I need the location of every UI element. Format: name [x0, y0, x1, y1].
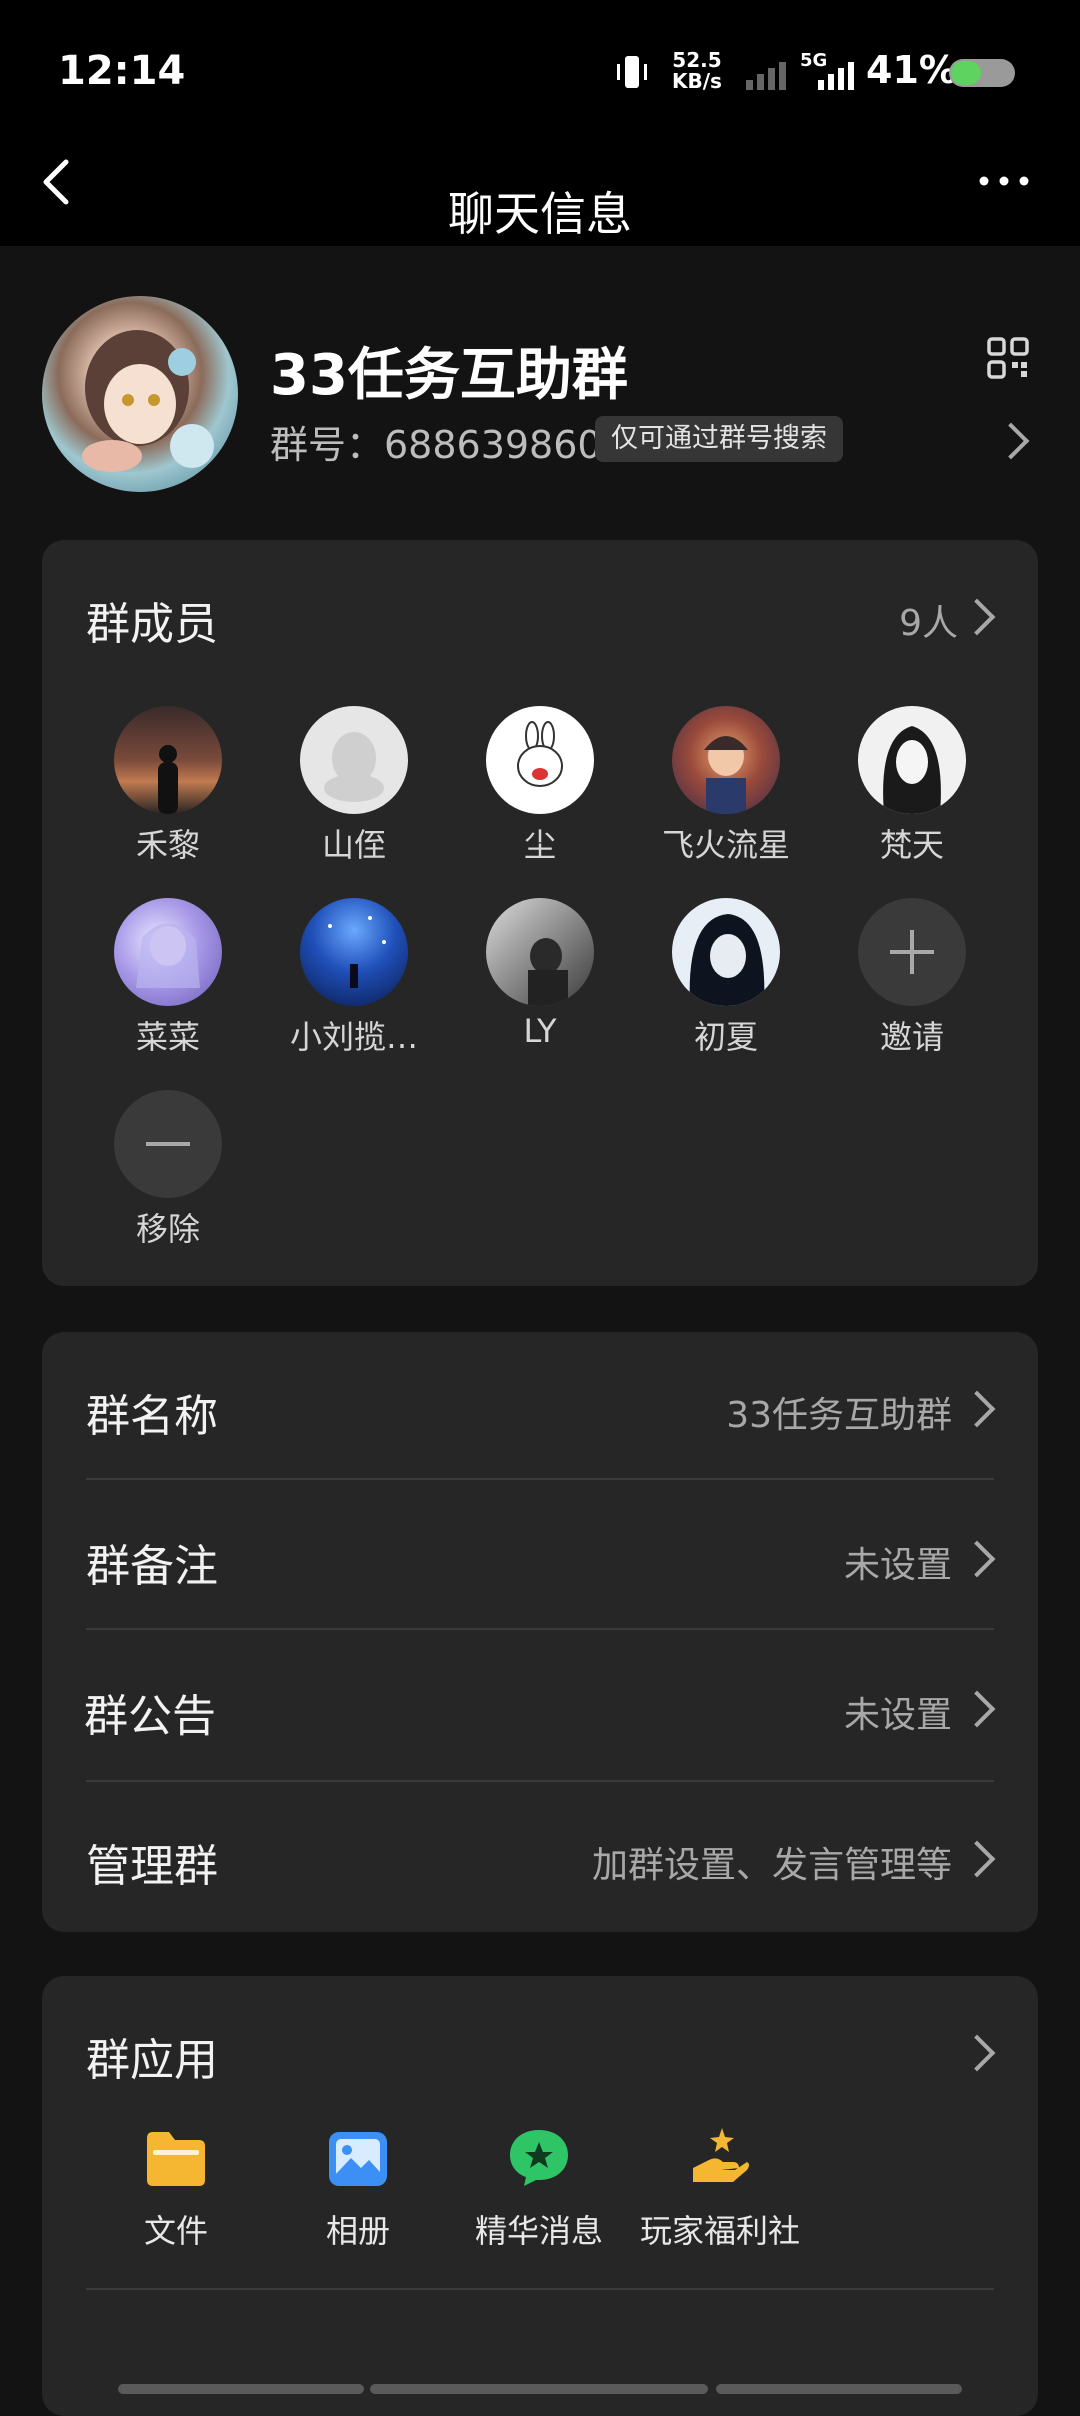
row-group-name-label: 群名称 — [86, 1391, 218, 1442]
net-speed: 52.5 KB/s — [672, 48, 722, 93]
member-avatar — [114, 706, 222, 814]
more-button[interactable] — [976, 166, 1036, 196]
gift-hand-icon — [687, 2128, 753, 2188]
member-avatar — [486, 706, 594, 814]
group-detail-chevron-icon[interactable] — [992, 422, 1030, 460]
member-avatar — [672, 706, 780, 814]
app-essence[interactable]: 精华消息 — [449, 2128, 629, 2252]
folder-icon — [143, 2128, 209, 2188]
qr-code-button[interactable] — [986, 336, 1030, 380]
member-name: 禾黎 — [135, 826, 200, 864]
members-count[interactable]: 9人 — [899, 594, 958, 646]
app-files[interactable]: 文件 — [86, 2128, 266, 2252]
invite-label: 邀请 — [879, 1018, 944, 1056]
member-item[interactable]: 尘 — [447, 706, 633, 866]
signal-sim1-icon — [746, 60, 790, 94]
member-item[interactable]: 梵天 — [819, 706, 1005, 866]
member-item[interactable]: 小刘揽… — [261, 898, 447, 1058]
member-avatar — [300, 898, 408, 1006]
app-label: 相册 — [325, 2212, 390, 2250]
row-group-remark-label: 群备注 — [86, 1541, 218, 1592]
plus-icon — [890, 930, 934, 974]
app-label: 精华消息 — [474, 2212, 603, 2250]
app-label: 玩家福利社 — [639, 2212, 800, 2250]
more-dots-icon — [979, 176, 1029, 186]
album-icon — [325, 2128, 391, 2188]
remove-label: 移除 — [135, 1210, 200, 1248]
app-label: 文件 — [143, 2212, 208, 2250]
member-avatar — [672, 898, 780, 1006]
member-avatar — [858, 706, 966, 814]
member-item[interactable]: 菜菜 — [75, 898, 261, 1058]
row-manage-group-label: 管理群 — [86, 1841, 218, 1892]
gesture-bar-left — [118, 2384, 364, 2394]
member-item[interactable]: 山侄 — [261, 706, 447, 866]
page-title: 聊天信息 — [448, 187, 632, 241]
apps-label: 群应用 — [86, 2035, 218, 2086]
invite-circle — [858, 898, 966, 1006]
gesture-bar-right — [716, 2384, 962, 2394]
row-group-name-value: 33任务互助群 — [726, 1395, 952, 1436]
member-avatar — [114, 898, 222, 1006]
vibrate-icon — [612, 52, 652, 92]
member-item[interactable]: 禾黎 — [75, 706, 261, 866]
group-name: 33任务互助群 — [270, 343, 628, 408]
search-badge: 仅可通过群号搜索 — [595, 416, 843, 462]
row-group-notice-value: 未设置 — [843, 1695, 952, 1736]
row-manage-group-value: 加群设置、发言管理等 — [591, 1845, 952, 1886]
remove-circle — [114, 1090, 222, 1198]
member-name: LY — [523, 1012, 557, 1050]
member-name: 初夏 — [693, 1018, 758, 1056]
battery-icon — [948, 58, 1016, 92]
status-time: 12:14 — [58, 48, 186, 94]
member-name: 尘 — [523, 826, 556, 864]
app-album[interactable]: 相册 — [268, 2128, 448, 2252]
battery-percent: 41% — [866, 48, 957, 92]
member-item[interactable]: 初夏 — [633, 898, 819, 1058]
gesture-bar-center — [370, 2384, 708, 2394]
members-label: 群成员 — [86, 599, 218, 650]
remove-button[interactable]: 移除 — [75, 1090, 261, 1250]
minus-icon — [146, 1142, 190, 1146]
signal-sim2-icon — [818, 60, 858, 94]
member-name: 飞火流星 — [661, 826, 790, 864]
member-name: 山侄 — [321, 826, 386, 864]
member-item[interactable]: LY — [447, 898, 633, 1050]
member-avatar — [300, 706, 408, 814]
member-item[interactable]: 飞火流星 — [633, 706, 819, 866]
qr-code-icon — [987, 337, 1029, 379]
group-id: 群号：688639860 — [270, 423, 602, 467]
member-name: 梵天 — [879, 826, 944, 864]
essence-icon — [506, 2128, 572, 2188]
member-name: 小刘揽… — [289, 1018, 418, 1056]
row-group-notice-label: 群公告 — [84, 1691, 216, 1742]
row-group-remark-value: 未设置 — [843, 1545, 952, 1586]
member-avatar — [486, 898, 594, 1006]
app-player-welfare[interactable]: 玩家福利社 — [630, 2128, 810, 2252]
invite-button[interactable]: 邀请 — [819, 898, 1005, 1058]
member-name: 菜菜 — [135, 1018, 200, 1056]
divider — [86, 2288, 994, 2290]
group-avatar[interactable] — [42, 296, 238, 492]
